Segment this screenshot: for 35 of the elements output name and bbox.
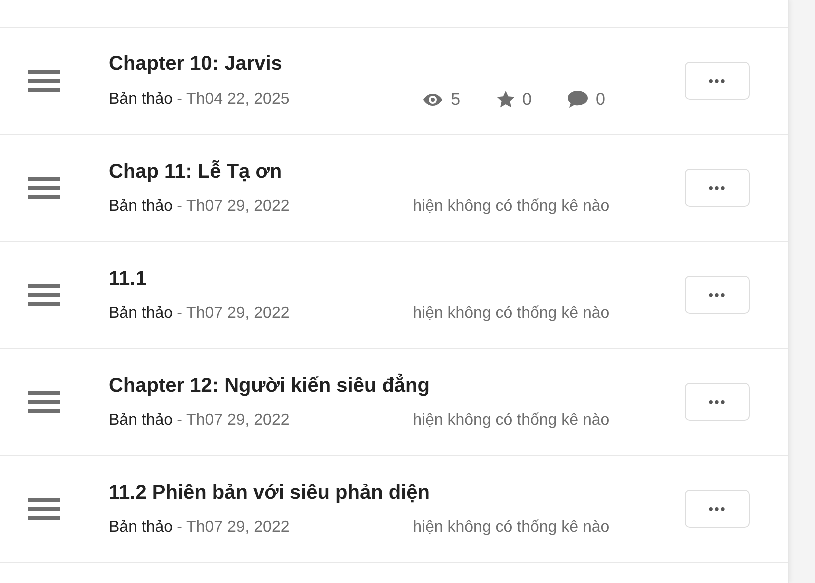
chapter-title[interactable]: 11.1 bbox=[109, 268, 685, 290]
chapter-status: Bản thảo bbox=[109, 518, 174, 536]
more-button[interactable]: ••• bbox=[685, 490, 750, 528]
vote-count: 0 bbox=[522, 90, 532, 110]
chapter-status: Bản thảo bbox=[109, 198, 174, 216]
chapter-title[interactable]: Chapter 10: Jarvis bbox=[109, 52, 685, 76]
drag-handle-icon[interactable] bbox=[28, 177, 60, 199]
no-stats-text: hiện không có thống kê nào bbox=[413, 304, 610, 322]
no-stats-text: hiện không có thống kê nào bbox=[413, 412, 610, 430]
drag-handle-icon[interactable] bbox=[28, 391, 60, 413]
chapter-date: - Th07 29, 2022 bbox=[177, 198, 291, 216]
more-button[interactable]: ••• bbox=[685, 383, 750, 421]
view-count: 5 bbox=[451, 90, 461, 110]
eye-icon bbox=[423, 92, 444, 106]
no-stats-text: hiện không có thống kê nào bbox=[413, 518, 610, 536]
more-button[interactable]: ••• bbox=[685, 169, 750, 207]
drag-handle-icon[interactable] bbox=[28, 498, 60, 520]
more-button[interactable]: ••• bbox=[685, 62, 750, 100]
more-button[interactable]: ••• bbox=[685, 276, 750, 314]
no-stats-text: hiện không có thống kê nào bbox=[413, 198, 610, 216]
chapter-date: - Th07 29, 2022 bbox=[177, 412, 291, 430]
comment-icon bbox=[568, 91, 588, 108]
drag-handle-icon[interactable] bbox=[28, 284, 60, 306]
chapter-date: - Th04 22, 2025 bbox=[177, 90, 291, 108]
chapter-date: - Th07 29, 2022 bbox=[177, 304, 291, 322]
star-icon bbox=[496, 91, 515, 108]
chapter-title[interactable]: 11.2 Phiên bản với siêu phản diện bbox=[109, 482, 685, 504]
chapter-status: Bản thảo bbox=[109, 90, 174, 108]
chapter-date: - Th07 29, 2022 bbox=[177, 518, 291, 536]
chapter-title[interactable]: Chapter 12: Người kiến siêu đẳng bbox=[109, 374, 685, 398]
chapter-status: Bản thảo bbox=[109, 412, 174, 430]
drag-handle-icon[interactable] bbox=[28, 70, 60, 92]
comment-count: 0 bbox=[596, 90, 606, 110]
chapter-status: Bản thảo bbox=[109, 304, 174, 322]
chapter-title[interactable]: Chap 11: Lễ Tạ ơn bbox=[109, 160, 685, 184]
